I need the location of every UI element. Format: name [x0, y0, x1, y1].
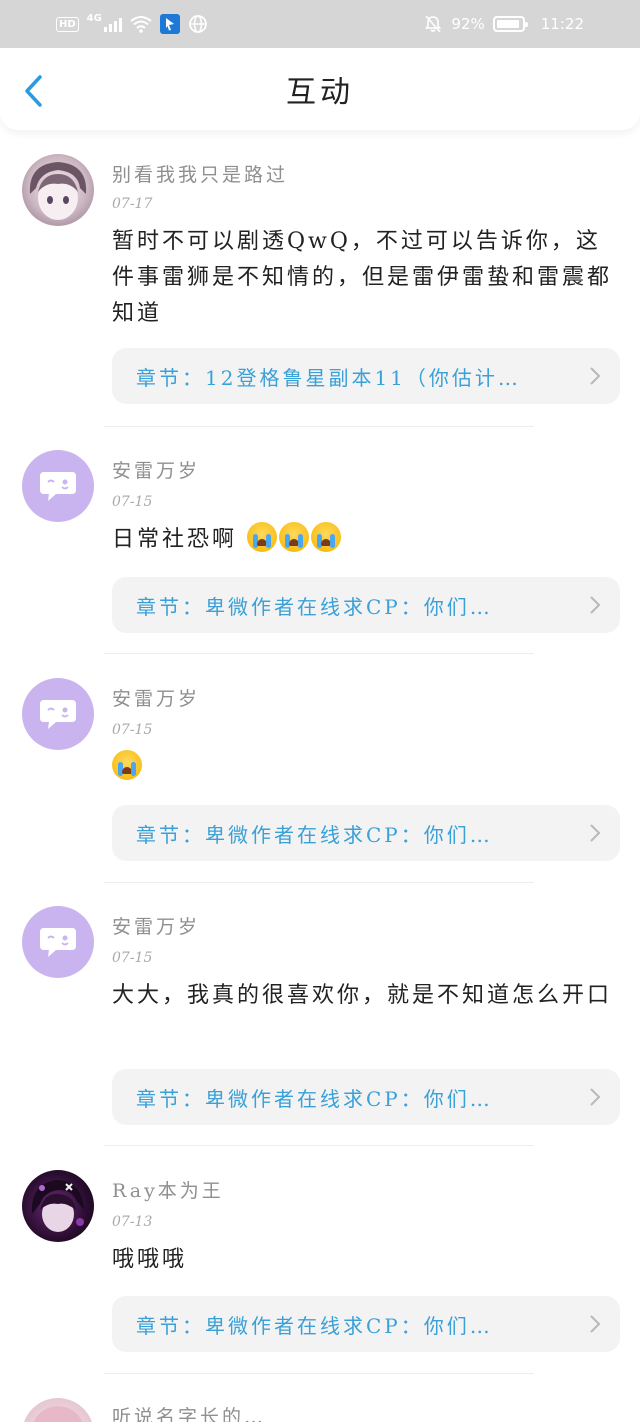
comment-item: 听说名字长的… [0, 1374, 640, 1422]
comment-text-row: 日常社恐啊 [112, 522, 617, 558]
comment-text-row [112, 750, 617, 786]
username[interactable]: 别看我我只是路过 [112, 160, 288, 187]
comment-date: 07-13 [112, 1214, 153, 1230]
pink-anime-avatar-icon [33, 1406, 83, 1422]
chat-bubble-icon [40, 928, 76, 957]
comment-date: 07-15 [112, 950, 153, 966]
chat-bubble-icon [40, 700, 76, 729]
crying-emoji-icon [311, 522, 342, 552]
chapter-link[interactable]: 章节：12登格鲁星副本11（你估计… [112, 348, 620, 404]
crying-emoji-group [247, 522, 343, 552]
chapter-link-text: 章节：12登格鲁星副本11（你估计… [136, 365, 521, 390]
chevron-right-icon [590, 1315, 601, 1333]
chapter-link-text: 章节：卑微作者在线求CP：你们… [136, 594, 493, 619]
wifi-icon [130, 16, 152, 33]
user-avatar[interactable] [22, 154, 94, 226]
status-left: HD 4G [56, 12, 208, 34]
network-type: 4G [86, 12, 102, 24]
chevron-right-icon [590, 367, 601, 385]
comment-date: 07-17 [112, 196, 153, 212]
mute-bell-icon [425, 15, 442, 33]
app-notification-icon [159, 14, 180, 34]
page-title: 互动 [286, 75, 354, 110]
username[interactable]: Ray本为王 [112, 1176, 224, 1203]
crying-emoji-icon [247, 522, 278, 552]
chapter-link[interactable]: 章节：卑微作者在线求CP：你们… [112, 1296, 620, 1352]
comment-text: 大大，我真的很喜欢你，就是不知道怎么开口 [112, 983, 613, 1008]
battery-icon [492, 16, 528, 32]
comment-item: 安雷万岁 07-15 章节：卑微作者在线求CP：你们… [0, 654, 640, 883]
comment-text: 哦哦哦 [112, 1247, 188, 1272]
user-avatar[interactable] [22, 678, 94, 750]
hd-icon: HD [56, 16, 79, 32]
username[interactable]: 安雷万岁 [112, 456, 200, 483]
username[interactable]: 安雷万岁 [112, 912, 200, 939]
comment-item: 别看我我只是路过 07-17 暂时不可以剧透QwQ，不过可以告诉你，这件事雷狮是… [0, 130, 640, 427]
dark-anime-avatar-icon [31, 1180, 84, 1232]
clock: 11:22 [540, 15, 584, 33]
back-arrow-icon[interactable] [20, 74, 50, 108]
chevron-right-icon [590, 596, 601, 614]
crying-emoji-icon [279, 522, 310, 552]
chevron-right-icon [590, 1088, 601, 1106]
chapter-link-text: 章节：卑微作者在线求CP：你们… [136, 1086, 493, 1111]
chat-bubble-icon [40, 472, 76, 501]
status-bar: HD 4G 92% 11:22 [0, 0, 640, 48]
comment-date: 07-15 [112, 722, 153, 738]
battery-percent: 92% [451, 15, 485, 33]
comment-item: 安雷万岁 07-15 大大，我真的很喜欢你，就是不知道怎么开口 章节：卑微作者在… [0, 882, 640, 1146]
chapter-link[interactable]: 章节：卑微作者在线求CP：你们… [112, 1069, 620, 1125]
comment-date: 07-15 [112, 494, 153, 510]
globe-icon [188, 15, 207, 33]
user-avatar[interactable] [22, 1398, 94, 1422]
username[interactable]: 安雷万岁 [112, 684, 200, 711]
anime-boy-avatar-icon [29, 162, 87, 220]
comment-text: 日常社恐啊 [112, 527, 238, 552]
nav-bar: 互动 [0, 48, 640, 130]
comment-item: Ray本为王 07-13 哦哦哦 章节：卑微作者在线求CP：你们… [0, 1146, 640, 1374]
signal-icon [103, 16, 122, 32]
comment-item: 安雷万岁 07-15 日常社恐啊 章节：卑微作者在线求CP：你们… [0, 426, 640, 654]
status-right: 92% 11:22 [423, 14, 584, 34]
user-avatar[interactable] [22, 906, 94, 978]
username[interactable]: 听说名字长的… [112, 1402, 266, 1422]
chevron-right-icon [590, 824, 601, 842]
user-avatar[interactable] [22, 1170, 94, 1242]
chapter-link[interactable]: 章节：卑微作者在线求CP：你们… [112, 805, 620, 861]
crying-emoji-icon [112, 750, 142, 780]
chapter-link-text: 章节：卑微作者在线求CP：你们… [136, 1313, 493, 1338]
user-avatar[interactable] [22, 450, 94, 522]
chapter-link-text: 章节：卑微作者在线求CP：你们… [136, 822, 493, 847]
chapter-link[interactable]: 章节：卑微作者在线求CP：你们… [112, 577, 620, 633]
comment-text: 暂时不可以剧透QwQ，不过可以告诉你，这件事雷狮是不知情的，但是雷伊雷蛰和雷震都… [112, 229, 613, 326]
